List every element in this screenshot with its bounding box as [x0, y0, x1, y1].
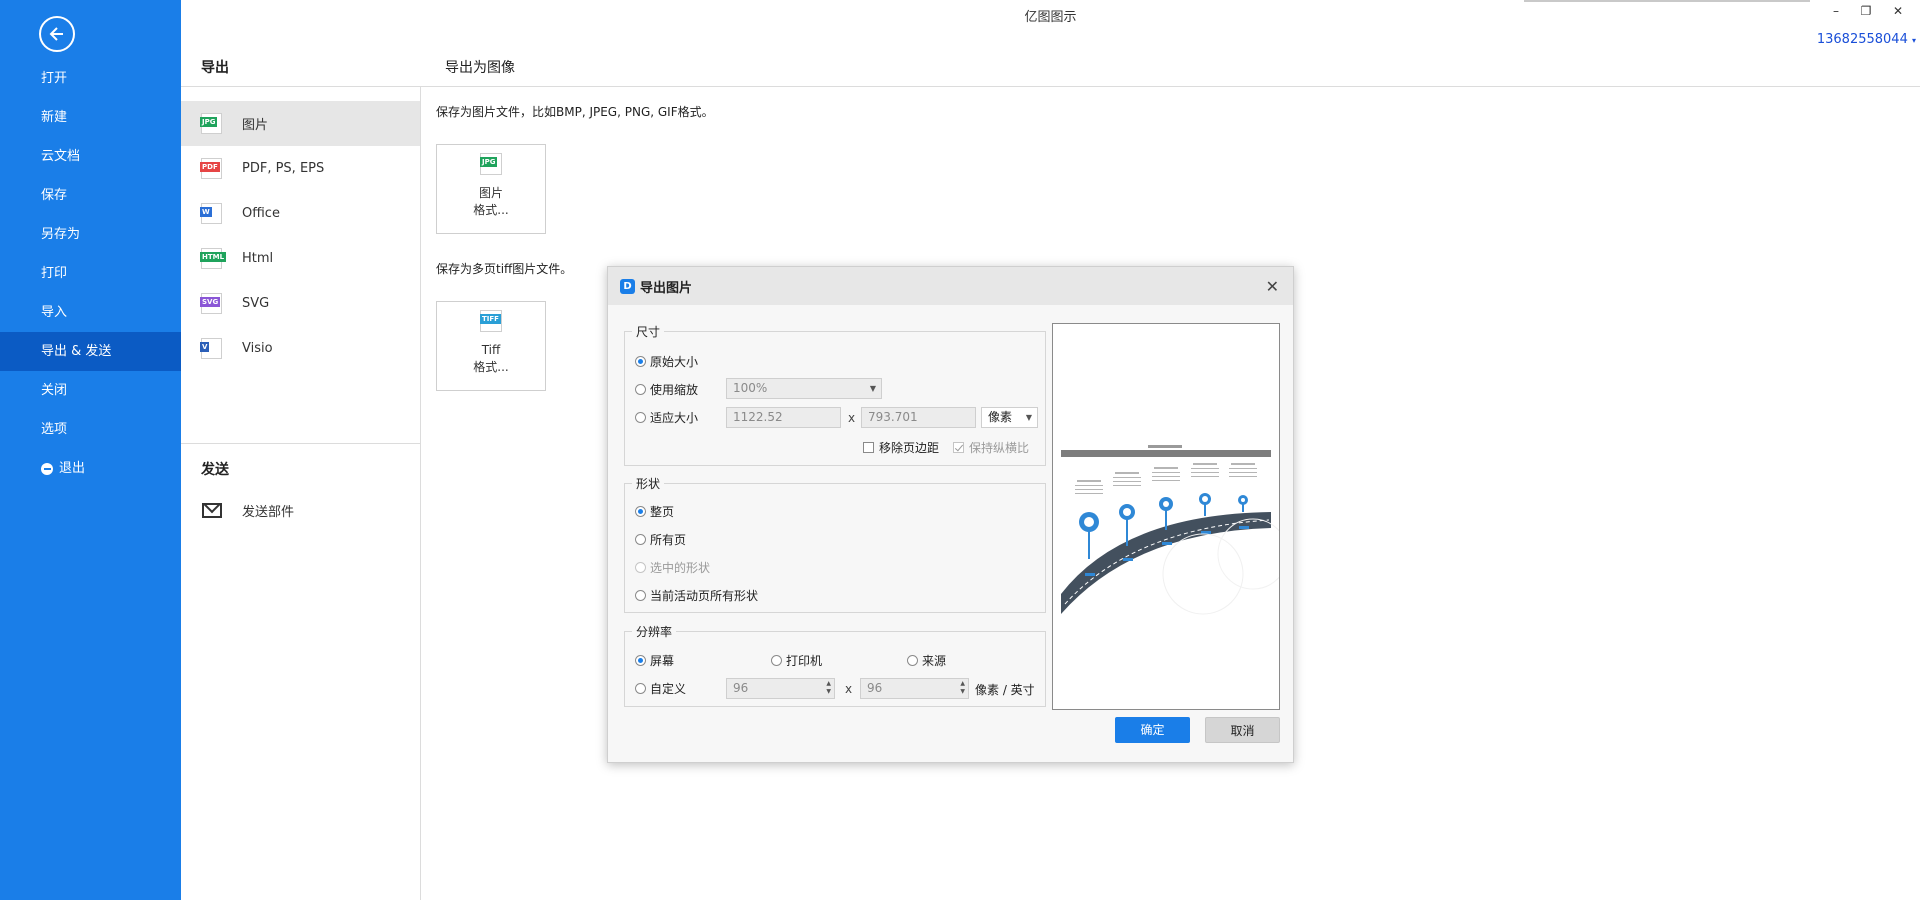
chevron-down-icon: ▾: [1911, 36, 1916, 45]
dialog-close-icon[interactable]: ✕: [1266, 277, 1279, 296]
cancel-button[interactable]: 取消: [1205, 717, 1280, 743]
dpi-x-stepper[interactable]: 96 ▲ ▼: [726, 678, 835, 699]
keep-ratio-checkbox[interactable]: 保持纵横比: [953, 439, 1029, 456]
main-nav: 打开 新建 云文档 保存 另存为 打印 导入 导出 & 发送 关闭 选项 退出: [0, 0, 181, 900]
nav-export-send[interactable]: 导出 & 发送: [0, 332, 181, 371]
radio-original-size[interactable]: 原始大小: [635, 353, 698, 370]
export-image-dialog: D 导出图片 ✕ 尺寸 原始大小 使用缩放 100% ▼ 适应大小 1122.52…: [607, 266, 1294, 763]
fit-width-input[interactable]: 1122.52: [726, 407, 841, 428]
radio-screen[interactable]: 屏幕: [635, 652, 674, 669]
export-menu-html[interactable]: HTML Html: [181, 236, 420, 281]
nav-exit[interactable]: 退出: [0, 449, 181, 488]
export-header: 导出: [201, 60, 229, 76]
app-title: 亿图图示: [1024, 10, 1077, 25]
top-strip: [1524, 0, 1810, 2]
nav-new[interactable]: 新建: [0, 98, 181, 137]
chevron-down-icon: ▼: [1025, 413, 1032, 422]
export-menu-office[interactable]: W Office: [181, 191, 420, 236]
nav-import[interactable]: 导入: [0, 293, 181, 332]
divider: [181, 86, 1920, 87]
export-menu-pdf[interactable]: PDF PDF, PS, EPS: [181, 146, 420, 191]
send-header: 发送: [201, 462, 229, 478]
multiply-sign: x: [848, 411, 856, 425]
svg-file-icon: SVG: [200, 293, 222, 314]
divider: [420, 86, 421, 900]
tiff-file-icon: TIFF: [480, 310, 502, 332]
remove-margin-checkbox[interactable]: 移除页边距: [863, 439, 939, 456]
nav-close[interactable]: 关闭: [0, 371, 181, 410]
ok-button[interactable]: 确定: [1115, 717, 1190, 743]
tiff-format-tile[interactable]: TIFF Tiff 格式...: [436, 301, 546, 391]
export-format-menu: JPG 图片 PDF PDF, PS, EPS W Office HTML Ht…: [181, 101, 420, 371]
nav-open[interactable]: 打开: [0, 59, 181, 98]
radio-printer[interactable]: 打印机: [771, 652, 822, 669]
chevron-down-icon: ▼: [869, 384, 876, 393]
image-format-tile[interactable]: JPG 图片 格式...: [436, 144, 546, 234]
mail-icon: [202, 502, 222, 518]
nav-save[interactable]: 保存: [0, 176, 181, 215]
spinner-arrows-icon[interactable]: ▲ ▼: [960, 680, 965, 696]
restore-icon[interactable]: ❐: [1856, 4, 1876, 18]
export-menu-svg[interactable]: SVG SVG: [181, 281, 420, 326]
multiply-sign: x: [845, 682, 853, 696]
size-group-title: 尺寸: [632, 323, 665, 340]
resolution-group-title: 分辨率: [632, 623, 677, 640]
fit-height-input[interactable]: 793.701: [861, 407, 976, 428]
visio-file-icon: V: [200, 338, 222, 359]
close-window-icon[interactable]: ✕: [1888, 4, 1908, 18]
nav-save-as[interactable]: 另存为: [0, 215, 181, 254]
export-menu-visio[interactable]: V Visio: [181, 326, 420, 371]
jpg-file-icon: JPG: [200, 113, 222, 134]
radio-custom[interactable]: 自定义: [635, 680, 686, 697]
export-preview: [1052, 323, 1280, 710]
html-file-icon: HTML: [200, 248, 227, 269]
zoom-select[interactable]: 100% ▼: [726, 378, 882, 399]
radio-source[interactable]: 来源: [907, 652, 946, 669]
export-menu-image[interactable]: JPG 图片: [181, 101, 420, 146]
dialog-title-bar: D 导出图片: [608, 267, 1293, 305]
title-bar: 亿图图示 – ❐ ✕: [181, 0, 1920, 28]
app-logo-icon: D: [620, 278, 635, 294]
pdf-file-icon: PDF: [200, 158, 222, 179]
spinner-arrows-icon[interactable]: ▲ ▼: [826, 680, 831, 696]
back-arrow-icon[interactable]: [39, 16, 75, 52]
image-description: 保存为图片文件，比如BMP, JPEG, PNG, GIF格式。: [436, 105, 714, 119]
minimize-icon[interactable]: –: [1826, 4, 1846, 18]
nav-print[interactable]: 打印: [0, 254, 181, 293]
exit-icon: [41, 462, 53, 475]
divider: [181, 443, 420, 444]
dpi-y-stepper[interactable]: 96 ▲ ▼: [860, 678, 969, 699]
user-account-menu[interactable]: 13682558044 ▾: [1817, 32, 1916, 47]
radio-use-zoom[interactable]: 使用缩放: [635, 381, 698, 398]
send-mail-item[interactable]: 发送部件: [181, 491, 420, 529]
radio-selected-shapes[interactable]: 选中的形状: [635, 559, 710, 576]
shape-group-title: 形状: [632, 475, 665, 492]
radio-current-page-shapes[interactable]: 当前活动页所有形状: [635, 587, 758, 604]
jpg-file-icon: JPG: [480, 153, 502, 175]
radio-whole-page[interactable]: 整页: [635, 503, 674, 520]
tiff-description: 保存为多页tiff图片文件。: [436, 262, 573, 276]
image-export-header: 导出为图像: [445, 60, 515, 76]
nav-options[interactable]: 选项: [0, 410, 181, 449]
radio-fit-size[interactable]: 适应大小: [635, 409, 698, 426]
word-file-icon: W: [200, 203, 222, 224]
resolution-unit: 像素 / 英寸: [975, 683, 1035, 697]
unit-select[interactable]: 像素 ▼: [981, 407, 1038, 428]
timeline-preview-image: [1061, 445, 1279, 615]
nav-cloud-docs[interactable]: 云文档: [0, 137, 181, 176]
radio-all-pages[interactable]: 所有页: [635, 531, 686, 548]
